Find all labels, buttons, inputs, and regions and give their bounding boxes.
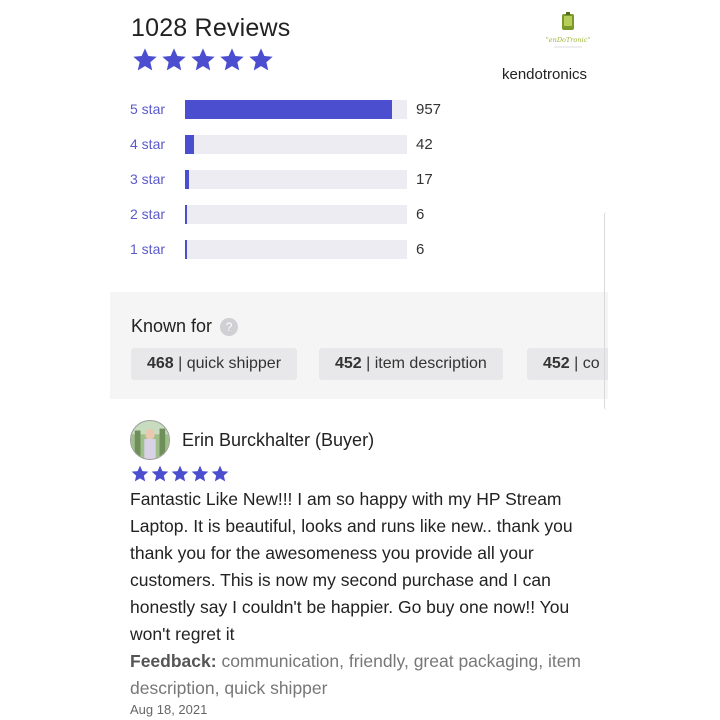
rating-bar-track [185, 135, 407, 154]
chip-count: 468 [147, 355, 174, 372]
avatar-photo [131, 421, 169, 459]
svg-text:"enDoTronic": "enDoTronic" [546, 36, 590, 44]
star-icon [162, 48, 186, 71]
star-icon [211, 465, 229, 482]
shop-logo[interactable]: "enDoTronic" [540, 12, 596, 58]
review-rating-stars [130, 464, 230, 484]
review-date: Aug 18, 2021 [130, 702, 208, 717]
rating-row-2[interactable]: 2 star 6 [130, 204, 460, 224]
known-for-chip[interactable]: 468 | quick shipper [131, 348, 298, 380]
rating-bar-track [185, 100, 407, 119]
overall-rating-stars [131, 46, 275, 74]
rating-row-label: 5 star [130, 101, 166, 117]
known-for-chip[interactable]: 452 | item description [319, 348, 503, 380]
rating-bar-track [185, 170, 407, 189]
review-feedback: Feedback: communication, friendly, great… [130, 648, 600, 702]
rating-bar-fill [185, 205, 187, 224]
chip-count: 452 [543, 355, 570, 372]
review-body: Fantastic Like New!!! I am so happy with… [130, 489, 573, 644]
star-icon [191, 48, 215, 71]
star-icon [151, 465, 169, 482]
rating-row-label: 3 star [130, 171, 166, 187]
star-icon [133, 48, 157, 71]
rating-row-label: 2 star [130, 206, 166, 222]
rating-bar-track [185, 240, 407, 259]
scroll-edge [604, 212, 609, 410]
rating-bar-fill [185, 240, 187, 259]
reviewer-name[interactable]: Erin Burckhalter (Buyer) [182, 430, 374, 451]
star-icon [220, 48, 244, 71]
chip-label: quick shipper [186, 355, 282, 372]
star-icon [191, 465, 209, 482]
rating-row-label: 1 star [130, 241, 166, 257]
rating-row-count: 6 [416, 241, 425, 258]
feedback-label: Feedback: [130, 651, 217, 671]
rating-row-count: 17 [416, 171, 433, 188]
rating-row-5[interactable]: 5 star 957 [130, 99, 460, 119]
star-icon [249, 48, 273, 71]
rating-row-count: 6 [416, 206, 425, 223]
avatar[interactable] [130, 420, 170, 460]
rating-bar-fill [185, 100, 392, 119]
star-icon [171, 465, 189, 482]
rating-row-label: 4 star [130, 136, 166, 152]
rating-row-3[interactable]: 3 star 17 [130, 169, 460, 189]
known-for-heading: Known for ? [131, 316, 239, 337]
known-for-chip[interactable]: 452 | co [527, 348, 608, 380]
known-for-title: Known for [131, 316, 213, 336]
known-for-panel: Known for ? 468 | quick shipper 452 | it… [110, 292, 608, 399]
chip-label: item description [374, 355, 487, 372]
question-circle-icon[interactable]: ? [220, 317, 239, 336]
rating-bar-fill [185, 135, 194, 154]
rating-bar-track [185, 205, 407, 224]
reviews-title: 1028 Reviews [131, 14, 291, 42]
rating-row-4[interactable]: 4 star 42 [130, 134, 460, 154]
rating-row-count: 42 [416, 136, 433, 153]
star-icon [131, 465, 149, 482]
shop-name[interactable]: kendotronics [502, 66, 587, 83]
rating-row-count: 957 [416, 101, 442, 118]
chip-count: 452 [335, 355, 362, 372]
rating-row-1[interactable]: 1 star 6 [130, 239, 460, 259]
chip-label: co [582, 355, 600, 372]
rating-bar-fill [185, 170, 189, 189]
